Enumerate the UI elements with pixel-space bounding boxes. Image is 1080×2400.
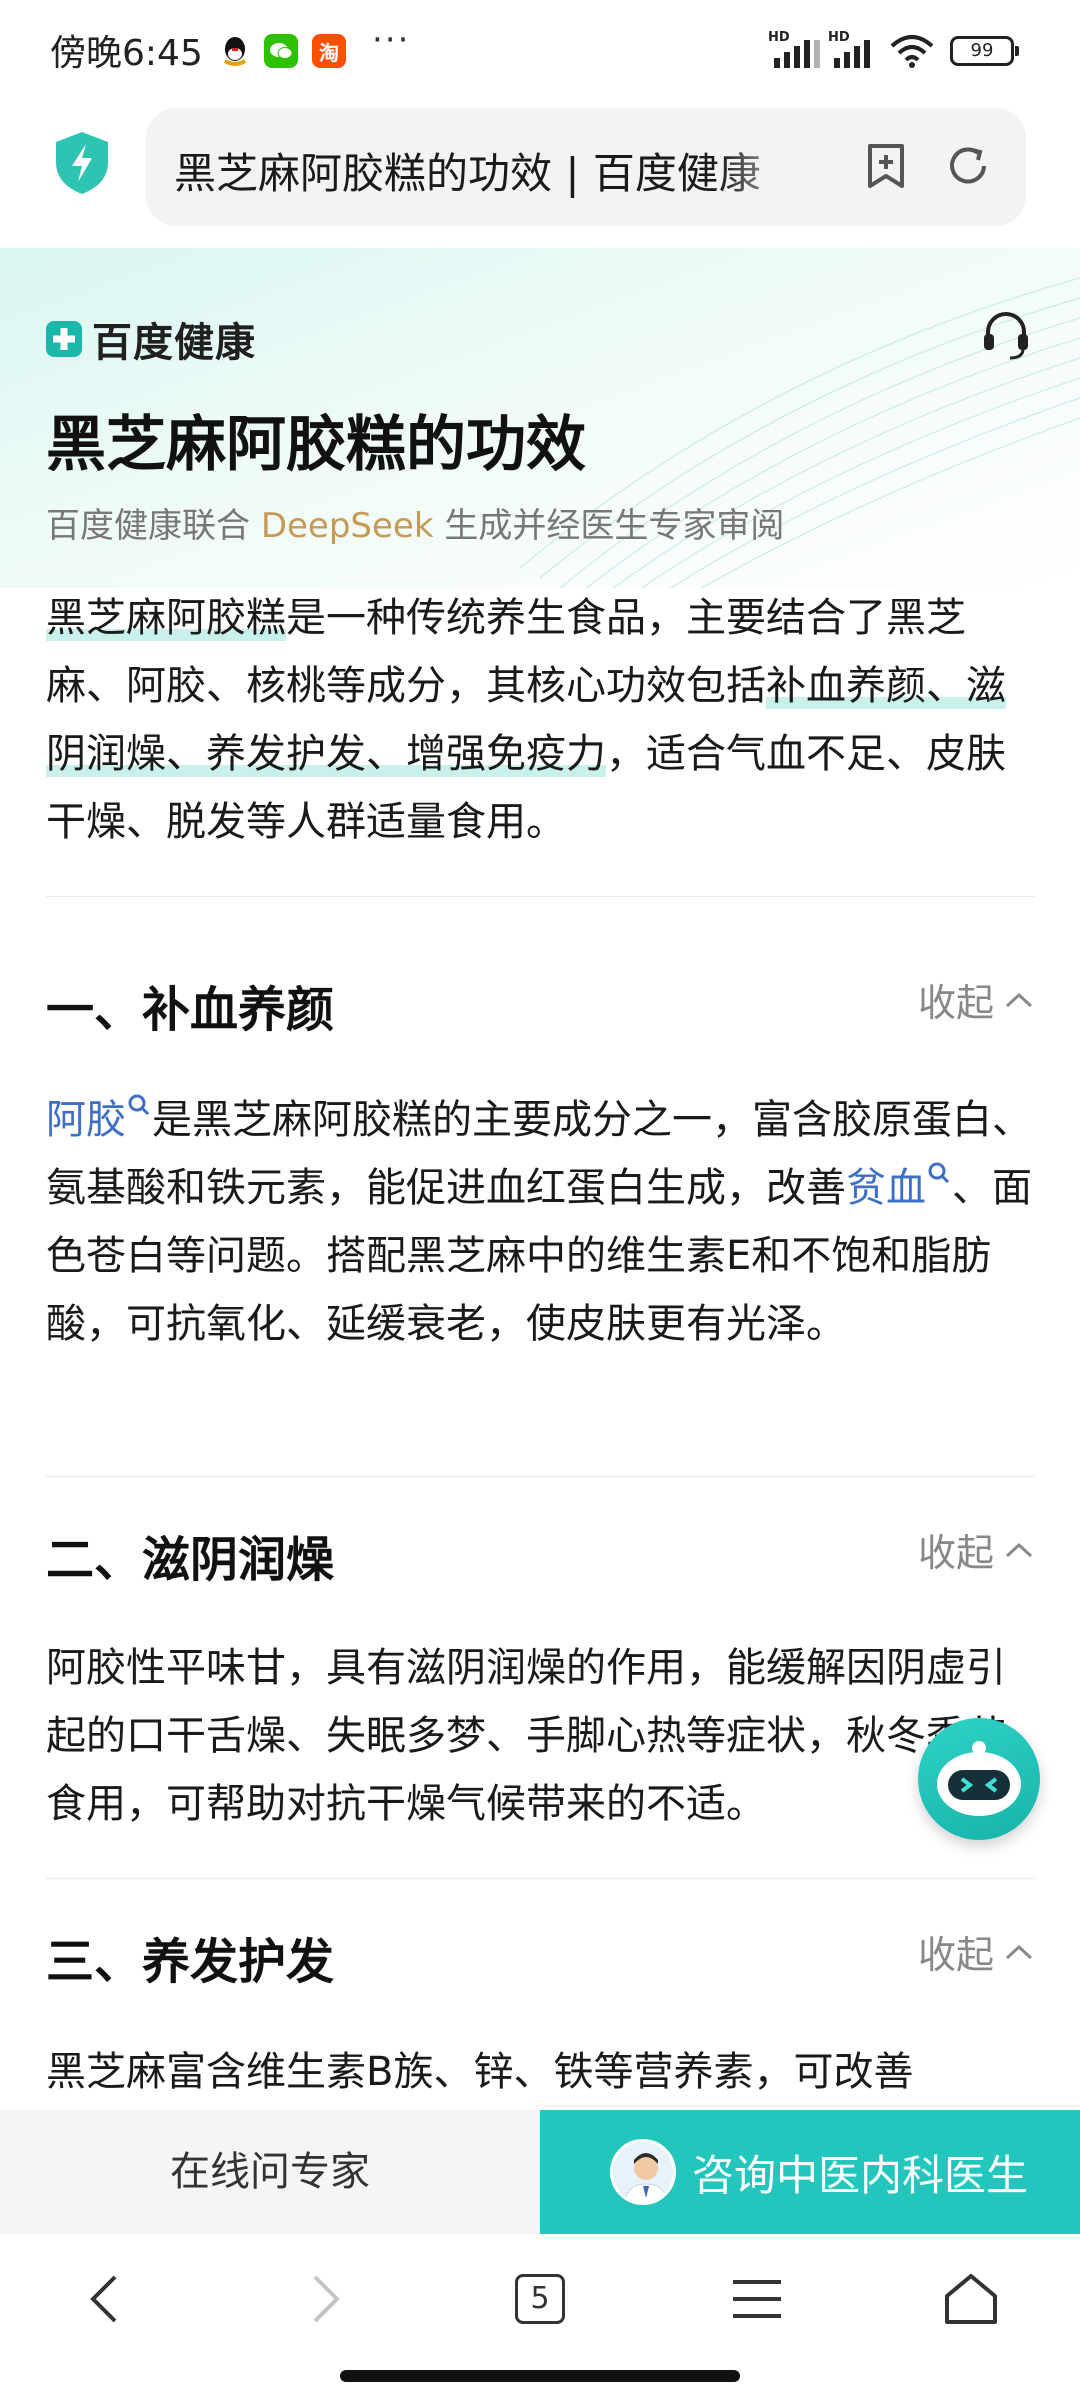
section-body: 阿胶性平味甘，具有滋阴润燥的作用，能缓解因阴虚引起的口干舌燥、失眠多梦、手脚心热…	[46, 1645, 1006, 1827]
link-anemia[interactable]: 贫血	[846, 1165, 926, 1211]
action-bar: 在线问专家 咨询中医内科医生	[0, 2110, 1080, 2234]
deepseek-label: DeepSeek	[260, 506, 434, 546]
chevron-up-icon	[1005, 1944, 1033, 1959]
status-time: 傍晚6:45	[50, 33, 203, 74]
chevron-up-icon	[1005, 992, 1033, 1007]
divider	[46, 1878, 1036, 1879]
ask-expert-button[interactable]: 在线问专家	[0, 2110, 540, 2234]
divider	[46, 1476, 1036, 1477]
hero-header: 百度健康 黑芝麻阿胶糕的功效 百度健康联合 DeepSeek 生成并经医生专家审…	[0, 248, 1080, 588]
forward-icon[interactable]	[290, 2264, 360, 2334]
menu-icon[interactable]	[722, 2264, 792, 2334]
battery-indicator: 99	[950, 36, 1019, 66]
signal-icon: HD	[768, 30, 828, 68]
page-title: 黑芝麻阿胶糕的功效	[46, 410, 586, 480]
status-bar: 傍晚6:45 淘 ··· HD HD 99	[0, 0, 1080, 100]
address-bar[interactable]: 黑芝麻阿胶糕的功效 | 百度健康	[146, 108, 1026, 226]
section-title-bu-xue: 一、补血养颜	[46, 982, 335, 1038]
add-bookmark-icon[interactable]	[858, 138, 914, 194]
section-title-zi-yin: 二、滋阴润燥	[46, 1532, 335, 1588]
shield-icon[interactable]	[52, 130, 112, 196]
refresh-icon[interactable]	[940, 138, 996, 194]
summary-paragraph: 黑芝麻阿胶糕是一种传统养生食品，主要结合了黑芝麻、阿胶、核桃等成分，其核心功效包…	[46, 595, 1006, 845]
tab-count: 5	[515, 2274, 565, 2324]
tabs-button[interactable]: 5	[505, 2264, 575, 2334]
back-icon[interactable]	[70, 2264, 140, 2334]
taobao-icon: 淘	[312, 34, 346, 68]
page-title-in-address-bar[interactable]: 黑芝麻阿胶糕的功效 | 百度健康	[174, 140, 814, 201]
more-notifications-icon: ···	[372, 20, 411, 60]
medical-cross-icon	[46, 321, 82, 357]
collapse-button[interactable]: 收起	[918, 1924, 1034, 1979]
consult-doctor-button[interactable]: 咨询中医内科医生	[540, 2110, 1080, 2234]
browser-toolbar: 黑芝麻阿胶糕的功效 | 百度健康	[0, 100, 1080, 248]
home-icon[interactable]	[936, 2264, 1006, 2334]
browser-nav-bar: 5	[0, 2234, 1080, 2400]
home-indicator[interactable]	[340, 2370, 740, 2382]
qq-icon	[218, 34, 252, 68]
consult-doctor-label: 咨询中医内科医生	[692, 2150, 1029, 2200]
collapse-button[interactable]: 收起	[918, 972, 1034, 1027]
chevron-up-icon	[1005, 1542, 1033, 1557]
ai-assistant-bot-icon[interactable]	[918, 1718, 1040, 1840]
hero-subtitle: 百度健康联合 DeepSeek 生成并经医生专家审阅	[46, 506, 785, 546]
doctor-avatar	[610, 2139, 676, 2205]
wechat-icon	[264, 34, 298, 68]
wifi-icon	[890, 34, 934, 72]
search-icon	[928, 1162, 950, 1184]
section-title-yang-fa: 三、养发护发	[46, 1934, 335, 1990]
section-body: 阿胶 是黑芝麻阿胶糕的主要成分之一，富含胶原蛋白、氨基酸和铁元素，能促进血红蛋白生…	[46, 1086, 1036, 1358]
collapse-button[interactable]: 收起	[918, 1522, 1034, 1577]
section-body: 黑芝麻富含维生素B族、锌、铁等营养素，可改善	[46, 2049, 914, 2095]
search-icon	[128, 1094, 150, 1116]
headset-icon[interactable]	[978, 306, 1034, 362]
signal-icon-2: HD	[828, 30, 888, 68]
divider	[46, 896, 1036, 897]
link-ejiao[interactable]: 阿胶	[46, 1097, 126, 1143]
baidu-health-logo: 百度健康	[44, 310, 256, 368]
